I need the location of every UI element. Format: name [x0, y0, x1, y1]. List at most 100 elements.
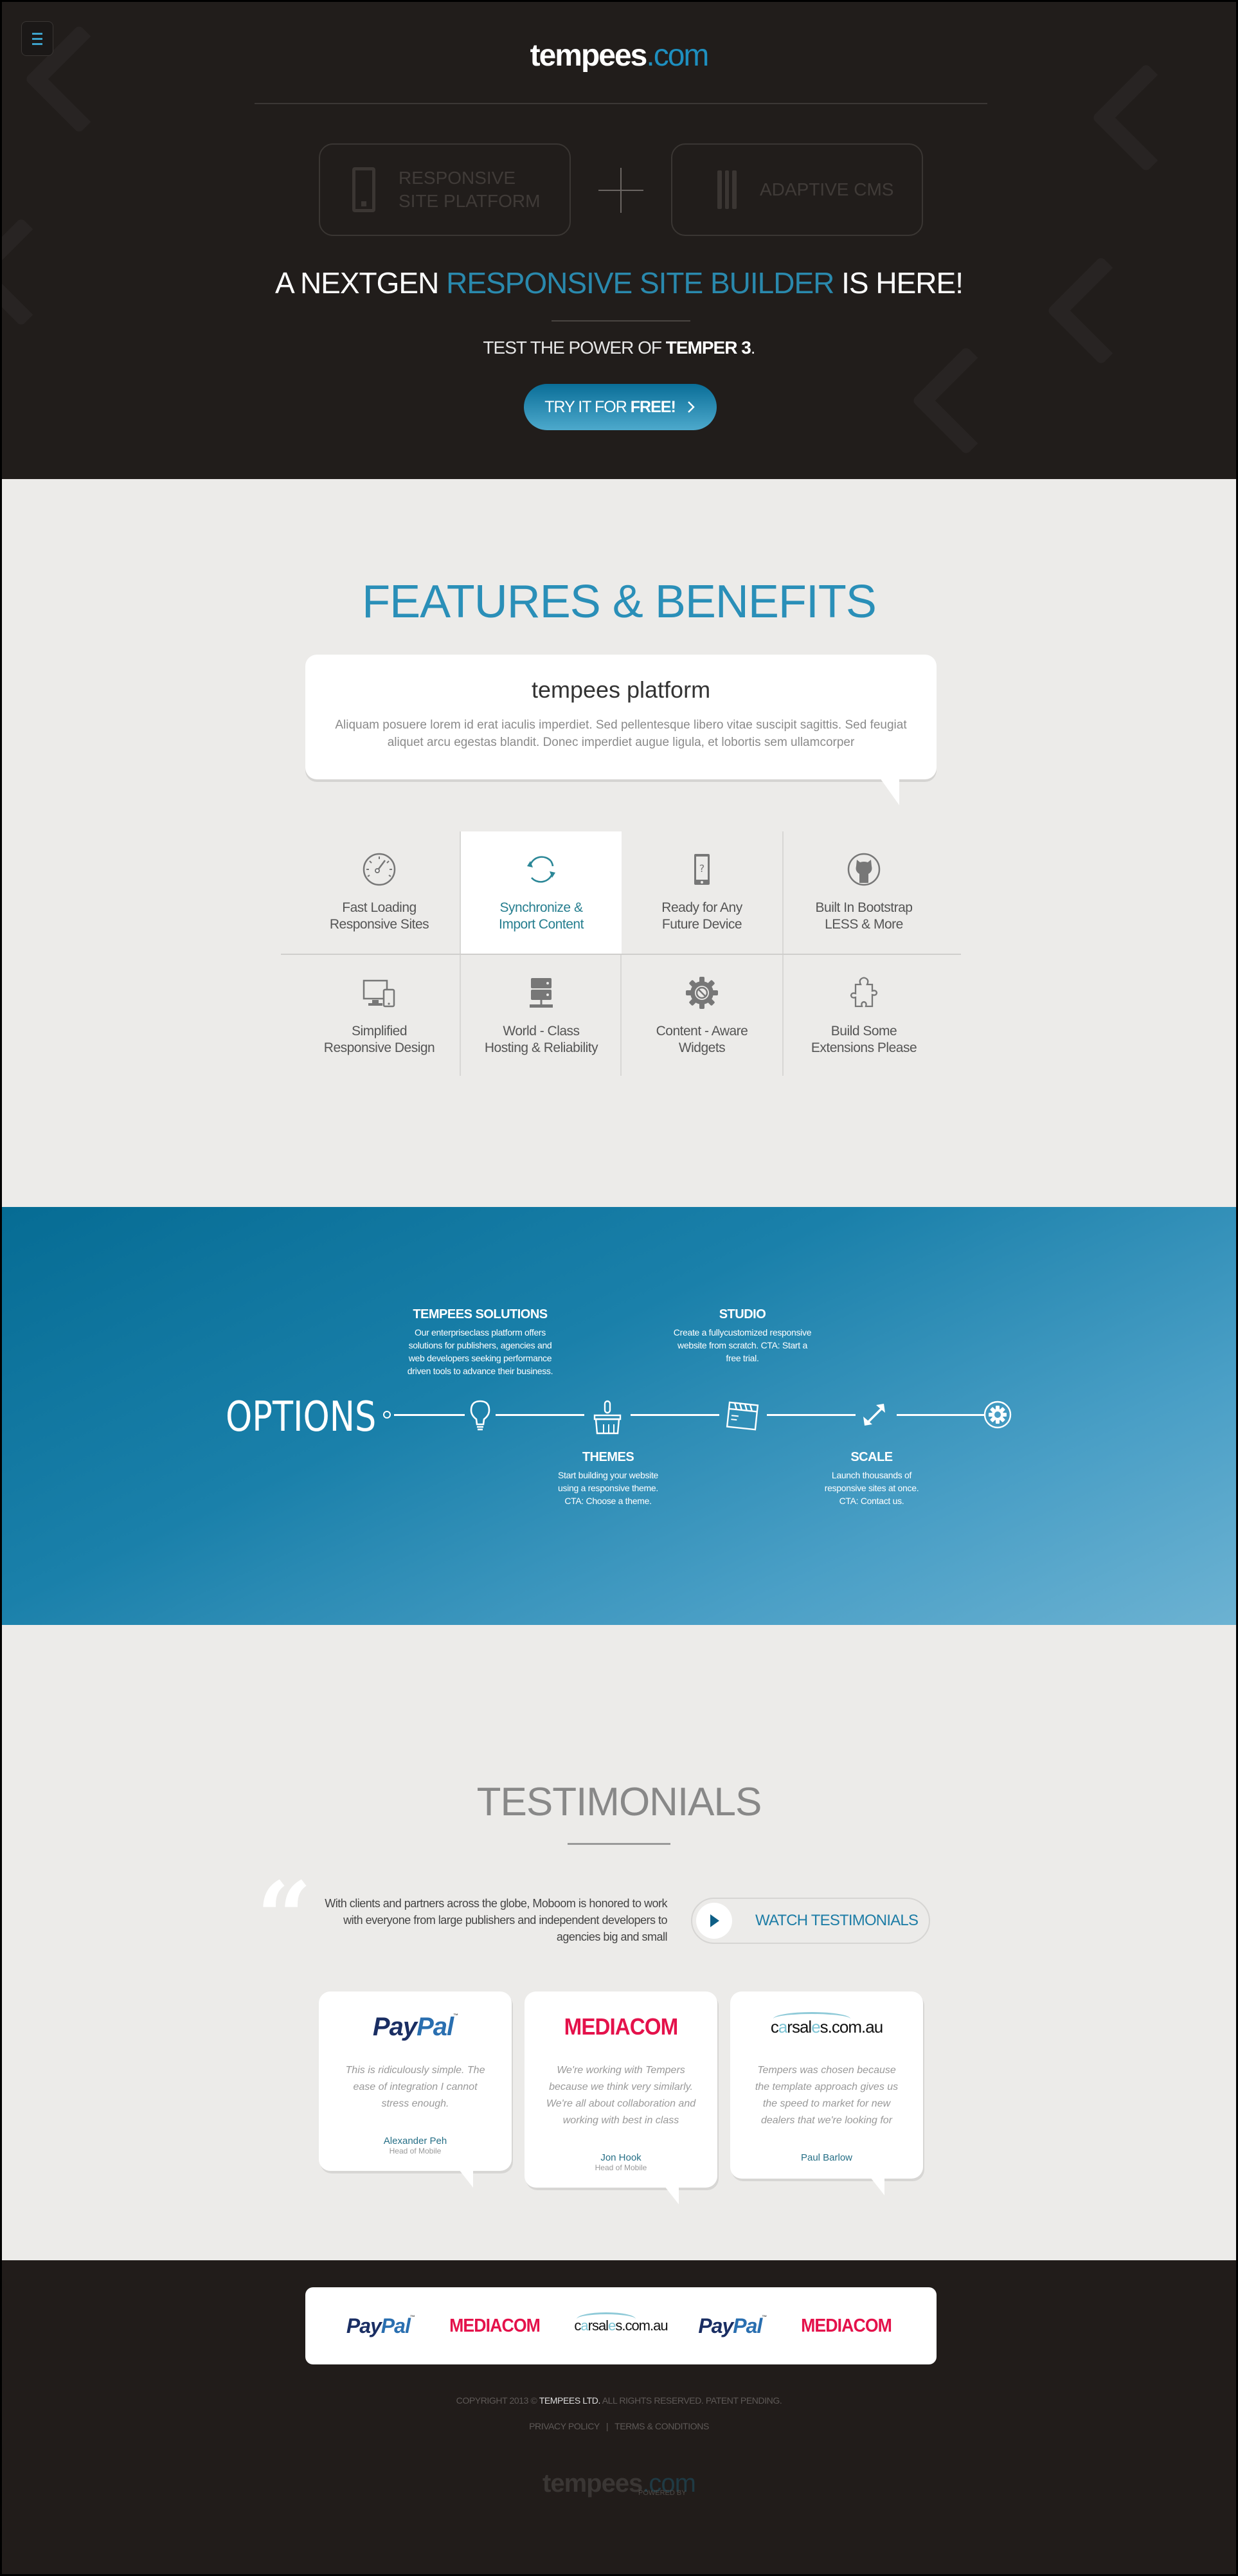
puzzle-piece-icon [850, 977, 878, 1008]
feature-label: World - Class [503, 1024, 580, 1039]
feature-label: Fast Loading [342, 900, 417, 915]
testimonial-quote: Tempers was chosen because the template … [755, 2065, 899, 2126]
speedometer-icon [363, 853, 396, 886]
feature-extensions[interactable]: Build Some Extensions Please [784, 955, 944, 1077]
privacy-policy-link[interactable]: PRIVACY POLICY [529, 2421, 600, 2431]
lightbulb-icon[interactable] [466, 1399, 494, 1432]
feature-label: Import Content [499, 917, 584, 932]
server-icon [530, 978, 553, 1008]
pill-label-line1: RESPONSIVE [399, 168, 516, 188]
feature-label: Build Some [830, 1024, 897, 1039]
option-title: TEMPEES SOLUTIONS [413, 1307, 548, 1321]
feature-bootstrap[interactable]: Built In Bootstrap LESS & More [784, 831, 944, 954]
logo-text: rsal [787, 2017, 812, 2036]
mediacom-logo[interactable]: MEDIACOM [449, 2316, 541, 2337]
logo-text: Pay [372, 2012, 417, 2041]
footer-links: PRIVACY POLICY | TERMS & CONDITIONS [2, 2421, 1236, 2431]
carsales-logo[interactable]: carsales.com.au [574, 2312, 668, 2334]
device-question-icon: ? [694, 854, 710, 885]
feature-synchronize[interactable]: Synchronize & Import Content [461, 831, 622, 954]
feature-label: Synchronize & [499, 900, 583, 915]
powered-by-label: POWERED BY [638, 2489, 686, 2497]
logo-text: Pal [733, 2314, 762, 2337]
logo-text: MEDIACOM [564, 2013, 679, 2040]
expand-arrows-icon[interactable] [861, 1401, 889, 1429]
hero-subheadline: TEST THE POWER OF TEMPER 3. [2, 338, 1236, 358]
hamburger-icon [32, 32, 42, 35]
mobile-phone-icon [352, 167, 375, 212]
logo-text: Pal [417, 2012, 454, 2041]
feature-label: Content - Aware [656, 1024, 748, 1039]
page: tempees.com RESPONSIVE SITE PLATFORM ADA… [0, 0, 1238, 2576]
option-text: Start building your website using a resp… [557, 1470, 659, 1506]
section-title: FEATURES & BENEFITS [362, 576, 877, 628]
chevron-right-icon [687, 401, 695, 413]
play-icon [696, 1903, 732, 1939]
testimonials-section: TESTIMONIALS “ With clients and partners… [2, 1625, 1236, 2260]
option-tempees-solutions: TEMPEES SOLUTIONS Our enterpriseclass pl… [397, 1307, 564, 1377]
hero-section: tempees.com RESPONSIVE SITE PLATFORM ADA… [2, 2, 1236, 479]
paypal-logo[interactable]: PayPal™ [698, 2314, 767, 2338]
sub-text: TEST THE POWER OF [483, 338, 666, 358]
background-chevron-decoration [1091, 63, 1201, 172]
feature-content-aware[interactable]: Content - Aware Widgets [622, 955, 782, 1077]
footer-logo[interactable]: tempees.com [2, 2469, 1236, 2498]
paintbrush-icon[interactable] [589, 1399, 625, 1436]
logo-text: e [811, 2017, 821, 2036]
sub-bold: TEMPER 3 [665, 338, 751, 358]
footer: PayPal™ MEDIACOM carsales.com.au PayPal™… [2, 2260, 1236, 2574]
timeline-line [394, 1414, 465, 1416]
plus-icon [598, 168, 643, 213]
divider [255, 103, 987, 104]
site-logo[interactable]: tempees.com [2, 38, 1236, 73]
timeline-line [897, 1414, 985, 1416]
sync-icon [527, 856, 555, 883]
terms-link[interactable]: TERMS & CONDITIONS [615, 2421, 709, 2431]
adaptive-cms-pill: ADAPTIVE CMS [671, 143, 923, 236]
gear-circle-icon[interactable] [983, 1400, 1012, 1429]
try-free-button[interactable]: TRY IT FOR FREE! [524, 384, 717, 430]
sub-text: . [750, 338, 756, 358]
responsive-platform-pill: RESPONSIVE SITE PLATFORM [319, 143, 571, 236]
copyright-text: ALL RIGHTS RESERVED. PATENT PENDING. [600, 2395, 782, 2406]
logo-text: a [580, 2317, 588, 2334]
carsales-logo: carsales.com.au [730, 2011, 923, 2043]
watch-testimonials-button[interactable]: WATCH TESTIMONIALS [691, 1898, 930, 1944]
mediacom-logo[interactable]: MEDIACOM [801, 2316, 892, 2337]
logo-text: tempees [530, 39, 648, 73]
logo-tld: .com [646, 39, 709, 73]
testimonial-role: Head of Mobile [389, 2146, 442, 2155]
headline-text: IS HERE! [834, 266, 964, 300]
copyright-text: COPYRIGHT 2013 © [456, 2395, 539, 2406]
clapperboard-icon[interactable] [724, 1400, 760, 1432]
feature-hosting[interactable]: World - Class Hosting & Reliability [461, 955, 622, 1077]
testimonial-card: carsales.com.au Tempers was chosen becau… [730, 1991, 923, 2195]
option-title: STUDIO [719, 1307, 766, 1321]
feature-label: LESS & More [825, 917, 903, 932]
callout-text: Aliquam posuere lorem id erat iaculis im… [335, 718, 907, 749]
trademark: ™ [453, 2012, 458, 2018]
feature-label: Simplified [351, 1024, 408, 1039]
headline-text: A NEXTGEN [275, 266, 447, 300]
paypal-logo: PayPal™ [319, 2011, 512, 2043]
features-section: FEATURES & BENEFITS tempees platform Ali… [2, 479, 1236, 1207]
sliders-icon [717, 170, 737, 209]
cta-text: TRY IT FOR [544, 397, 627, 416]
feature-future-device[interactable]: ? Ready for Any Future Device [622, 831, 782, 954]
logo-text: c [770, 2017, 779, 2036]
feature-label: Widgets [678, 1040, 726, 1055]
paypal-logo[interactable]: PayPal™ [346, 2314, 415, 2338]
testimonials-intro: With clients and partners across the glo… [325, 1897, 667, 1943]
feature-fast-loading[interactable]: Fast Loading Responsive Sites [299, 831, 460, 954]
feature-simplified-design[interactable]: Simplified Responsive Design [299, 955, 460, 1077]
trademark: ™ [762, 2314, 767, 2320]
logo-text: s.com.au [615, 2317, 668, 2334]
svg-text:?: ? [699, 862, 705, 875]
option-text: Our enterpriseclass platform offers solu… [407, 1327, 553, 1376]
trademark: ™ [409, 2314, 415, 2320]
logo-text: Pay [698, 2314, 733, 2337]
platform-callout: tempees platform Aliquam posuere lorem i… [305, 655, 937, 805]
callout-title: tempees platform [531, 676, 711, 703]
feature-label: Future Device [661, 917, 742, 932]
testimonial-author: Paul Barlow [800, 2152, 853, 2163]
